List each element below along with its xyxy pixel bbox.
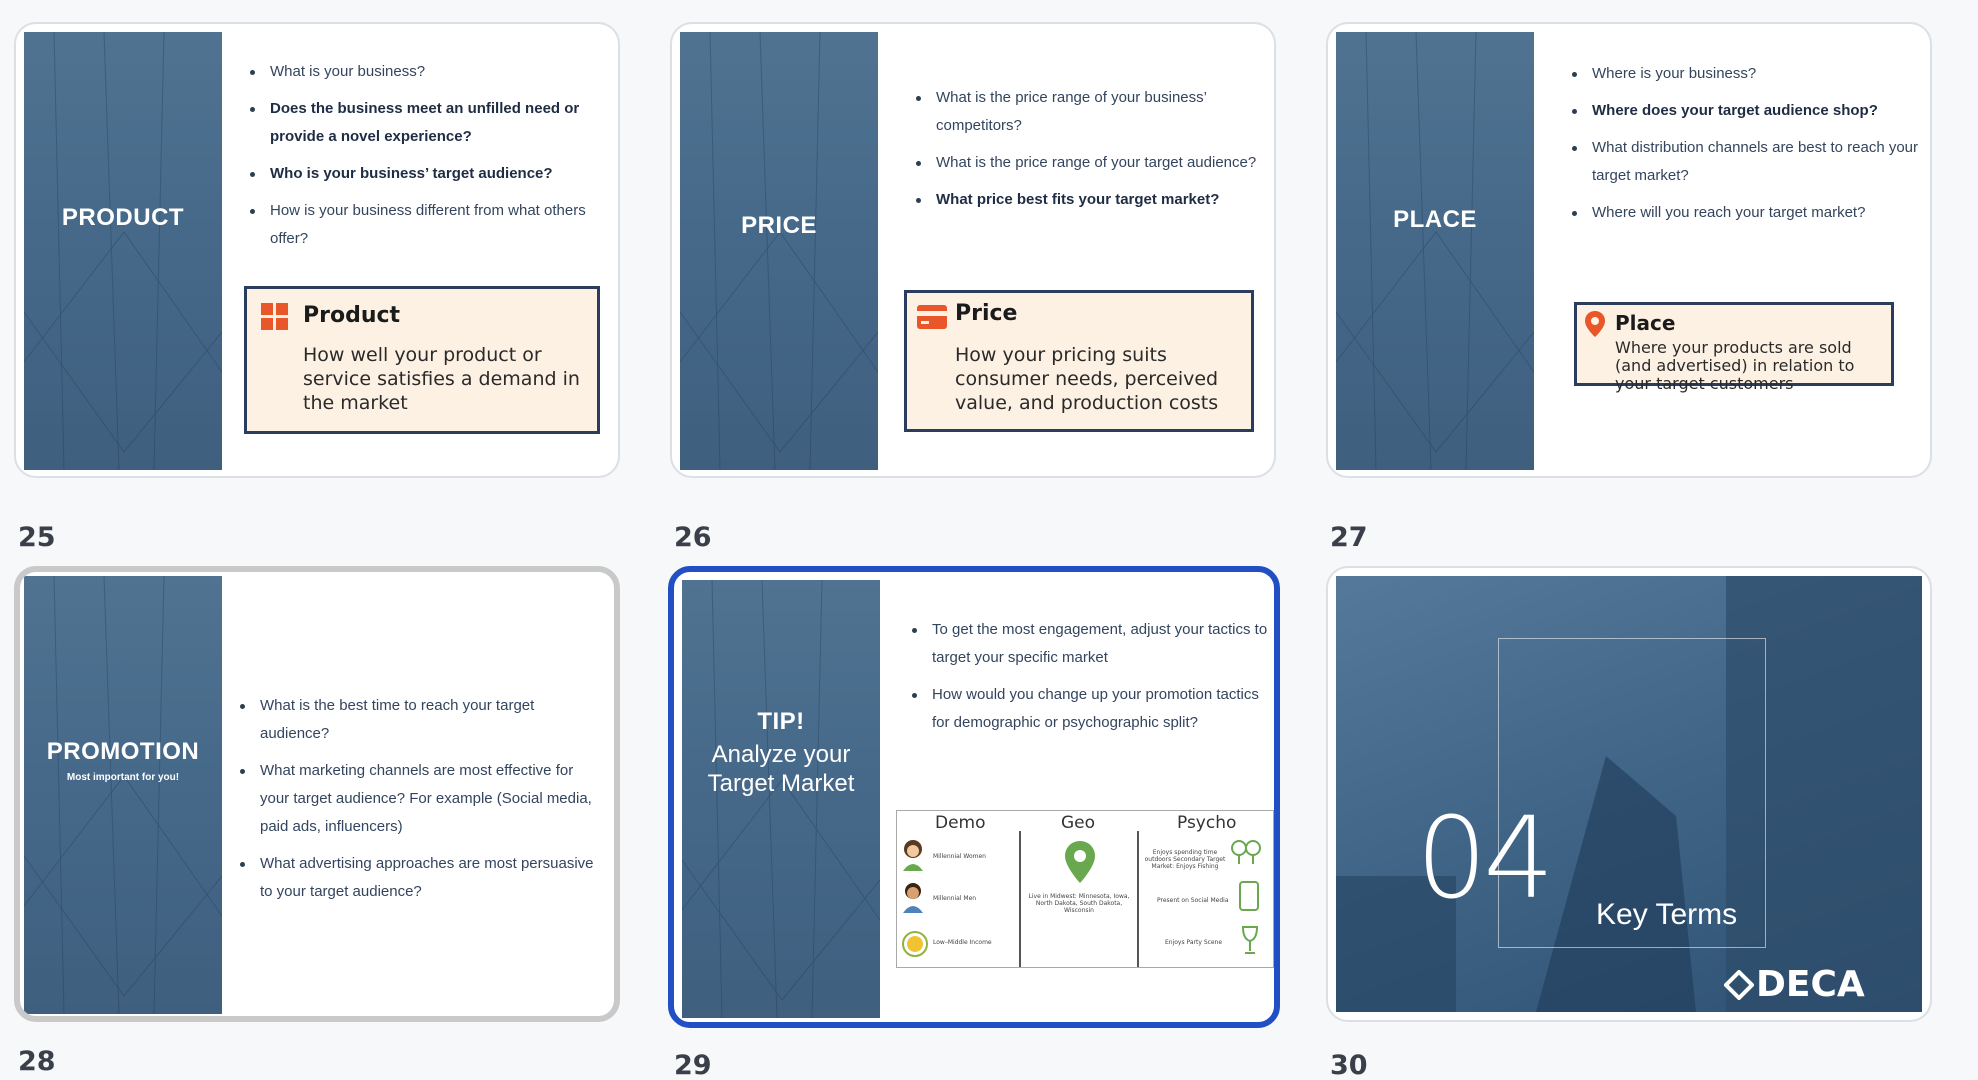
credit-card-icon bbox=[917, 305, 947, 329]
slide-card[interactable]: PRODUCT What is your business? Does the … bbox=[14, 22, 620, 478]
trees-icon bbox=[1231, 840, 1261, 864]
panel-subtitle: Analyze your Target Market bbox=[707, 741, 855, 797]
demo-row-text: Low–Middle Income bbox=[933, 939, 992, 946]
slide-number: 27 bbox=[1330, 522, 1368, 553]
deca-logo-text: DECA bbox=[1756, 964, 1865, 1005]
psycho-row-text: Present on Social Media bbox=[1157, 897, 1229, 904]
definition-body: How your pricing suits consumer needs, p… bbox=[955, 344, 1219, 414]
panel-title: TIP! bbox=[757, 708, 805, 735]
section-header-image: 04 Key Terms DECA bbox=[1336, 576, 1922, 1012]
bullet-list: What is the best time to reach your targ… bbox=[236, 692, 606, 915]
definition-box: Price How your pricing suits consumer ne… bbox=[904, 290, 1254, 432]
bullet-item: What is the price range of your business… bbox=[912, 84, 1262, 140]
bullet-item: How is your business different from what… bbox=[246, 197, 606, 253]
slide-card-selected[interactable]: TIP! Analyze your Target Market To get t… bbox=[668, 566, 1280, 1028]
bullet-list: To get the most engagement, adjust your … bbox=[908, 616, 1268, 746]
slide-card[interactable]: PRICE What is the price range of your bu… bbox=[670, 22, 1276, 478]
panel-title: PLACE bbox=[1393, 206, 1477, 233]
column-divider bbox=[1137, 831, 1139, 967]
bullet-list: What is your business? Does the business… bbox=[246, 58, 606, 262]
bullet-item-bold: Where does your target audience shop? bbox=[1568, 97, 1918, 125]
slide-thumbnail-25[interactable]: PRODUCT What is your business? Does the … bbox=[14, 22, 620, 553]
slide-card[interactable]: PROMOTION Most important for you! What i… bbox=[14, 566, 620, 1022]
bullet-item: What is the price range of your target a… bbox=[912, 149, 1262, 177]
bullet-item: Where is your business? bbox=[1568, 60, 1918, 88]
geo-text: Live in Midwest: Minnesota, Iowa, North … bbox=[1028, 893, 1130, 914]
slide-thumbnail-29[interactable]: TIP! Analyze your Target Market To get t… bbox=[668, 566, 1280, 1080]
phone-icon bbox=[1239, 881, 1259, 911]
definition-body: Where your products are sold (and advert… bbox=[1615, 338, 1855, 393]
money-bag-icon bbox=[902, 931, 928, 957]
building-image-panel: PRODUCT bbox=[24, 32, 222, 470]
man-avatar-icon bbox=[903, 883, 923, 913]
slide-card[interactable]: 04 Key Terms DECA bbox=[1326, 566, 1932, 1022]
slide-number: 29 bbox=[674, 1050, 712, 1080]
slide-number: 28 bbox=[18, 1046, 56, 1077]
bullet-item: To get the most engagement, adjust your … bbox=[908, 616, 1268, 672]
bullet-item: What is your business? bbox=[246, 58, 606, 86]
bullet-list: What is the price range of your business… bbox=[912, 84, 1262, 223]
slide-number: 25 bbox=[18, 522, 56, 553]
bullet-item: Where will you reach your target market? bbox=[1568, 199, 1918, 227]
deca-diamond-logo-icon bbox=[1724, 970, 1754, 1000]
panel-title: PRODUCT bbox=[61, 204, 185, 231]
definition-title: Product bbox=[303, 303, 401, 328]
woman-avatar-icon bbox=[903, 840, 923, 871]
slide-thumbnail-30[interactable]: 04 Key Terms DECA 30 bbox=[1326, 566, 1932, 1080]
panel-title: PRICE bbox=[741, 212, 817, 239]
section-number: 04 bbox=[1416, 794, 1555, 924]
bullet-item: What advertising approaches are most per… bbox=[236, 850, 606, 906]
panel-title: PROMOTION bbox=[46, 738, 200, 765]
bullet-item: How would you change up your promotion t… bbox=[908, 681, 1268, 737]
building-image-panel: TIP! Analyze your Target Market bbox=[682, 580, 880, 1018]
bullet-list: Where is your business? Where does your … bbox=[1568, 60, 1918, 236]
panel-subtitle: Most important for you! bbox=[66, 772, 180, 783]
map-pin-icon bbox=[1585, 311, 1605, 337]
building-image-panel: PROMOTION Most important for you! bbox=[24, 576, 222, 1014]
building-image-panel: PRICE bbox=[680, 32, 878, 470]
bullet-item: What marketing channels are most effecti… bbox=[236, 757, 606, 841]
bullet-item-bold: Does the business meet an unfilled need … bbox=[246, 95, 606, 151]
demo-row-text: Millennial Men bbox=[933, 895, 977, 902]
section-title: Key Terms bbox=[1596, 898, 1738, 931]
bullet-item-bold: What price best fits your target market? bbox=[912, 186, 1262, 214]
location-pin-icon bbox=[1065, 841, 1095, 883]
column-divider bbox=[1019, 831, 1021, 967]
slide-thumbnail-27[interactable]: PLACE Where is your business? Where does… bbox=[1326, 22, 1932, 553]
definition-box: Product How well your product or service… bbox=[244, 286, 600, 434]
slide-number: 26 bbox=[674, 522, 712, 553]
wine-glass-icon bbox=[1241, 926, 1259, 954]
column-header-demo: Demo bbox=[935, 813, 986, 833]
slide-thumbnail-26[interactable]: PRICE What is the price range of your bu… bbox=[670, 22, 1276, 553]
bullet-item-bold: Who is your business’ target audience? bbox=[246, 160, 606, 188]
column-header-psycho: Psycho bbox=[1177, 813, 1237, 833]
slide-card[interactable]: PLACE Where is your business? Where does… bbox=[1326, 22, 1932, 478]
demo-row-text: Millennial Women bbox=[933, 853, 986, 860]
segmentation-chart: Demo Geo Psycho Millennial Women Millenn… bbox=[896, 810, 1274, 968]
column-header-geo: Geo bbox=[1061, 813, 1096, 833]
psycho-row-text: Enjoys spending time outdoors Secondary … bbox=[1144, 849, 1226, 870]
bullet-item: What is the best time to reach your targ… bbox=[236, 692, 606, 748]
definition-box: Place Where your products are sold (and … bbox=[1574, 302, 1894, 393]
building-image-panel: PLACE bbox=[1336, 32, 1534, 470]
slide-number: 30 bbox=[1330, 1050, 1368, 1080]
definition-title: Place bbox=[1615, 311, 1676, 335]
bullet-item: What distribution channels are best to r… bbox=[1568, 134, 1918, 190]
definition-body: How well your product or service satisfi… bbox=[303, 344, 580, 414]
product-grid-icon bbox=[261, 303, 288, 330]
slide-thumbnail-28[interactable]: PROMOTION Most important for you! What i… bbox=[14, 566, 620, 1077]
definition-title: Price bbox=[955, 301, 1018, 326]
psycho-row-text: Enjoys Party Scene bbox=[1165, 939, 1223, 946]
